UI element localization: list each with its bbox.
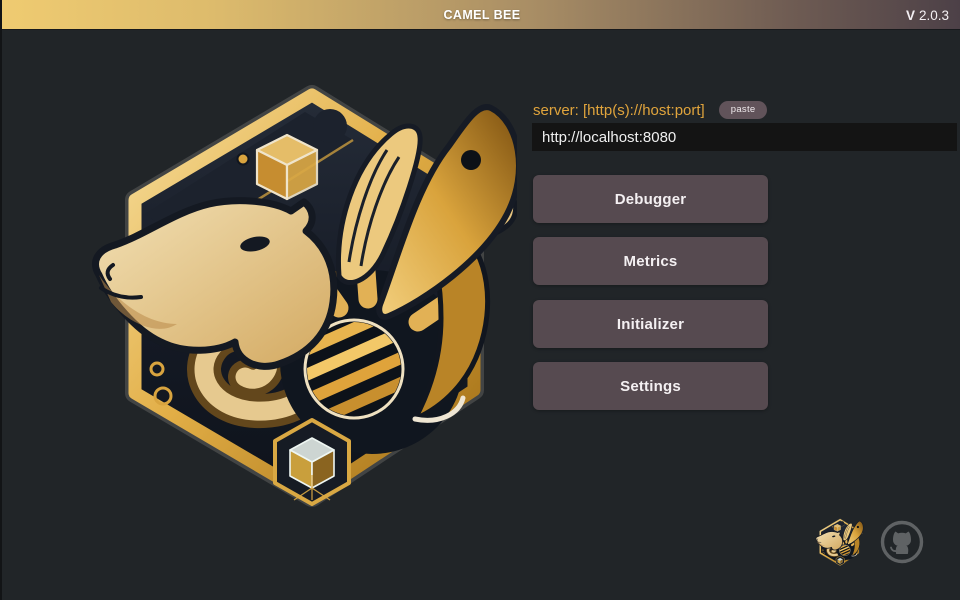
app-title: CAMEL BEE (443, 7, 521, 22)
server-url-input[interactable] (532, 123, 957, 151)
debugger-button[interactable]: Debugger (533, 175, 768, 223)
paste-button[interactable]: paste (718, 101, 768, 119)
server-label: server: [http(s)://host:port] (533, 101, 705, 119)
metrics-button[interactable]: Metrics (533, 237, 768, 285)
version-badge: V 2.0.3 (906, 0, 949, 30)
version-number: 2.0.3 (918, 7, 949, 23)
server-row: server: [http(s)://host:port] paste (533, 100, 957, 120)
camel-bee-logo (87, 62, 517, 527)
camel-bee-mini-logo-icon[interactable] (813, 516, 865, 568)
version-prefix: V (905, 7, 915, 23)
initializer-button[interactable]: Initializer (533, 300, 768, 348)
github-icon[interactable] (879, 519, 925, 565)
settings-button[interactable]: Settings (533, 362, 768, 410)
titlebar: CAMEL BEE V 2.0.3 (2, 0, 960, 30)
